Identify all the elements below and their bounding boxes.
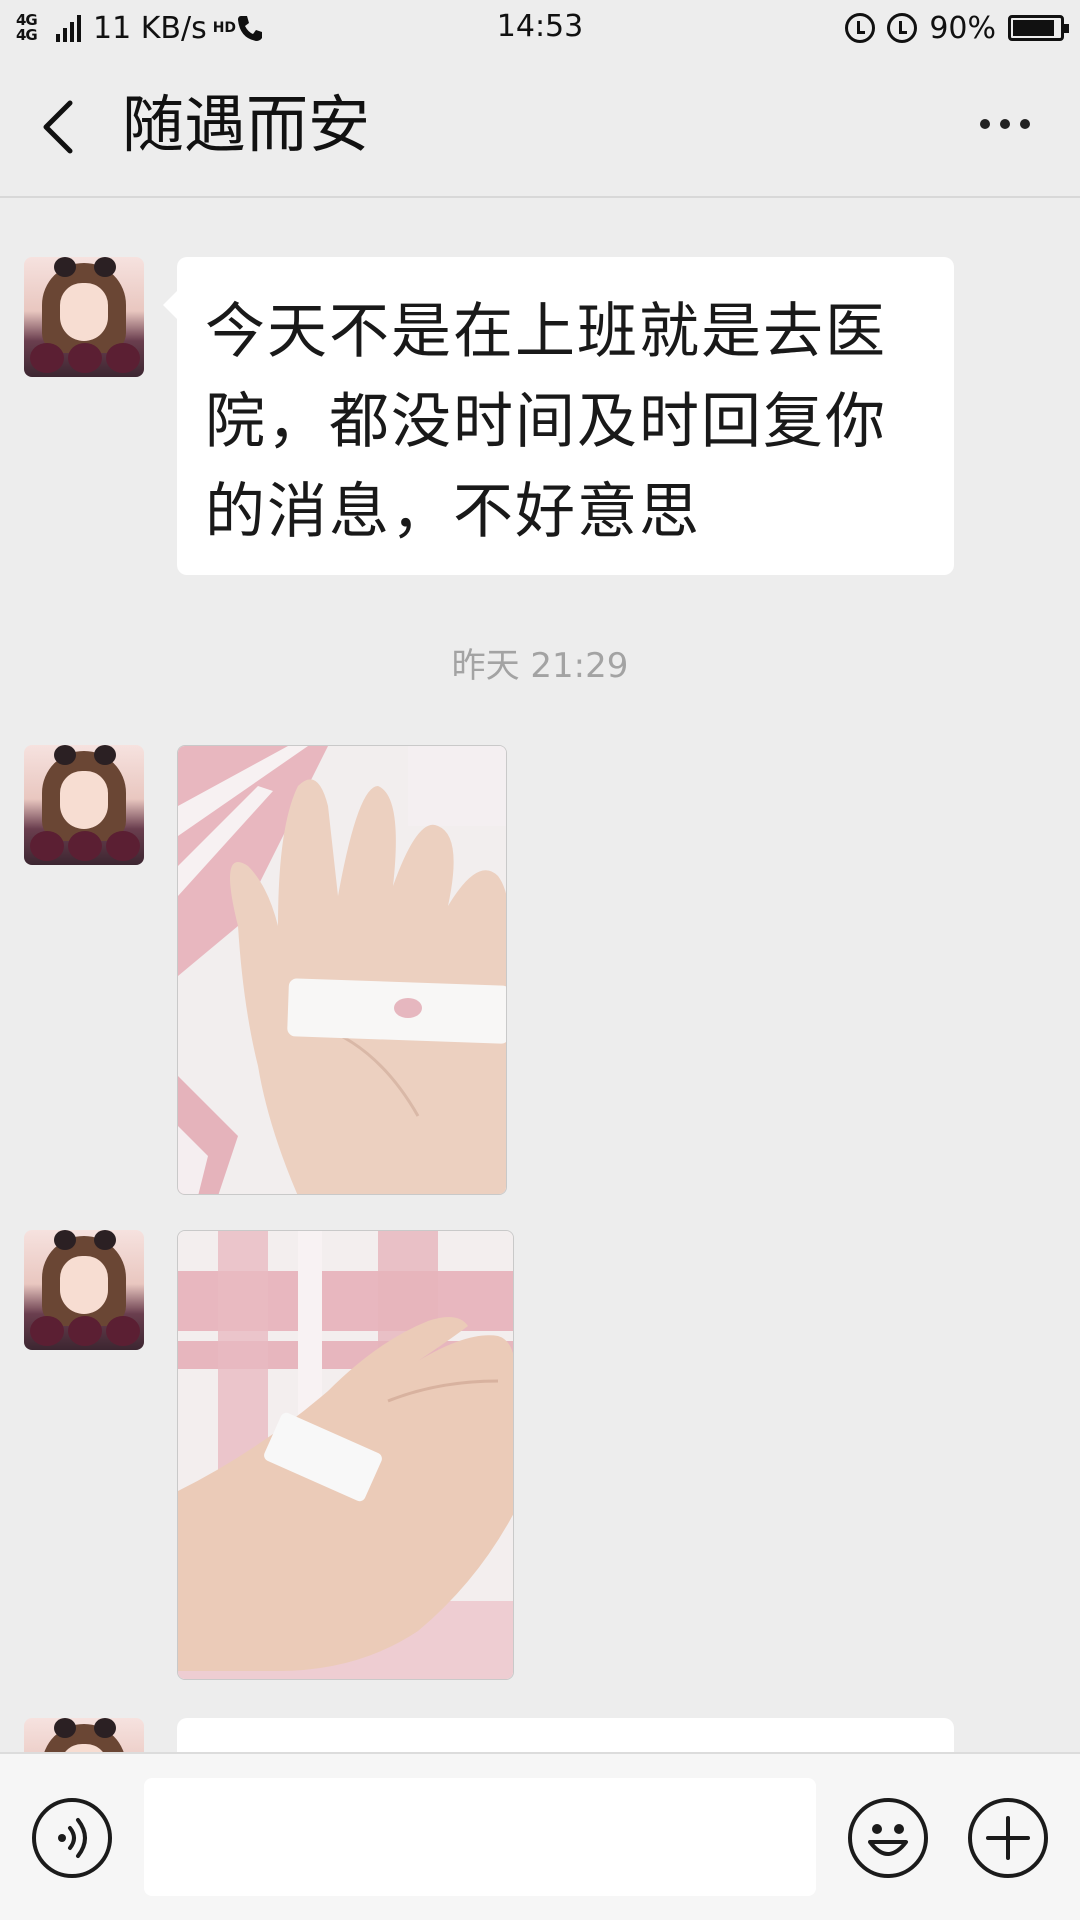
status-right: 90% bbox=[845, 8, 1069, 48]
screen-lock-icon bbox=[845, 13, 876, 43]
chat-title: 随遇而安 bbox=[122, 88, 371, 161]
contact-avatar[interactable] bbox=[24, 1718, 144, 1752]
contact-avatar[interactable] bbox=[24, 257, 144, 377]
more-dots-icon[interactable] bbox=[980, 119, 1030, 129]
message-bubble[interactable]: 今天不是在上班就是去医院，都没时间及时回复你的消息，不好意思 bbox=[163, 257, 954, 575]
status-bar: 4G 4G 11 KB/s HD 14:53 90% bbox=[0, 0, 1080, 55]
title-bar: 随遇而安 bbox=[0, 55, 1080, 198]
voice-icon[interactable] bbox=[32, 1798, 112, 1878]
image-message[interactable] bbox=[177, 1230, 514, 1680]
battery-fill bbox=[1013, 20, 1055, 36]
hand-photo bbox=[178, 746, 506, 1194]
hand-photo bbox=[178, 1231, 513, 1679]
contact-avatar[interactable] bbox=[24, 1230, 144, 1350]
message-input[interactable] bbox=[144, 1778, 816, 1896]
alarm-icon bbox=[887, 13, 918, 43]
plus-icon[interactable] bbox=[968, 1798, 1048, 1878]
chat-area[interactable]: 今天不是在上班就是去医院，都没时间及时回复你的消息，不好意思 昨天 21:29 bbox=[0, 200, 1080, 1752]
battery-percent: 90% bbox=[929, 10, 996, 46]
message-text: 今天不是在上班就是去医院，都没时间及时回复你的消息，不好意思 bbox=[205, 297, 887, 547]
contact-avatar[interactable] bbox=[24, 745, 144, 865]
message-bubble[interactable] bbox=[177, 1718, 954, 1752]
input-bar bbox=[0, 1752, 1080, 1920]
emoji-icon[interactable] bbox=[848, 1798, 928, 1878]
chevron-left-icon[interactable] bbox=[36, 97, 82, 157]
battery-icon bbox=[1008, 15, 1069, 41]
message-timestamp: 昨天 21:29 bbox=[451, 646, 629, 686]
image-message[interactable] bbox=[177, 745, 507, 1195]
